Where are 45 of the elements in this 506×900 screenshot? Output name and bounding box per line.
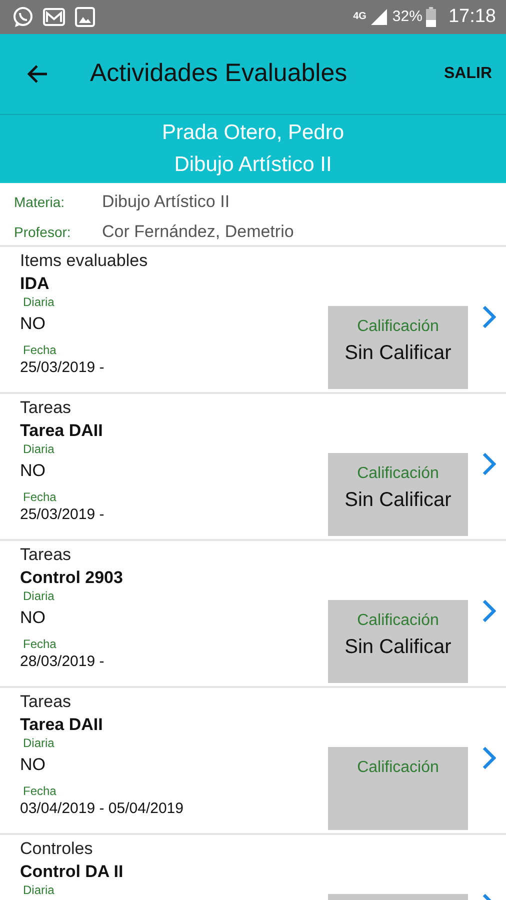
grade-label: Calificación [356, 464, 440, 484]
item-title: Tarea DAII [20, 714, 104, 736]
clock: 17:18 [448, 4, 496, 29]
field-label: Diaria [22, 883, 56, 897]
date-range: 28/03/2019 - [20, 652, 106, 672]
item-category: Items evaluables [20, 250, 149, 272]
field-label: Diaria [22, 295, 56, 309]
field-label: Diaria [22, 736, 56, 750]
field-label: Profesor: [14, 222, 72, 242]
item-title: IDA [20, 273, 50, 295]
item-category: Controles [20, 838, 94, 860]
grade-value: Sin Calificar [344, 341, 452, 366]
field-label: Fecha [22, 490, 58, 504]
exit-button[interactable]: SALIR [440, 58, 496, 90]
field-value: Cor Fernández, Demetrio [102, 221, 294, 244]
student-name: Prada Otero, Pedro [160, 120, 346, 146]
field-label: Fecha [22, 637, 58, 651]
item-title: Tarea DAII [20, 420, 104, 442]
grade-label: Calificación [356, 611, 440, 631]
item-category: Tareas [20, 544, 72, 566]
field-label: Fecha [22, 784, 58, 798]
grade-value: Sin Calificar [344, 488, 452, 513]
field-value: NO [20, 754, 46, 776]
subject-name: Dibujo Artístico II [173, 152, 333, 178]
field-value: NO [20, 313, 46, 335]
field-label: Diaria [22, 442, 56, 456]
field-value: NO [20, 607, 46, 629]
field-value: Dibujo Artístico II [102, 191, 230, 214]
field-label: Materia: [14, 192, 66, 212]
battery-percent: 32% [392, 6, 422, 27]
screen-title: Actividades Evaluables [90, 58, 348, 90]
date-range: 03/04/2019 - 05/04/2019 [20, 799, 184, 819]
item-category: Tareas [20, 691, 72, 713]
field-label: Fecha [22, 343, 58, 357]
field-value: NO [20, 460, 46, 482]
grade-label: Calificación [356, 758, 440, 778]
network-label: 4G [353, 12, 366, 22]
item-category: Tareas [20, 397, 72, 419]
item-title: Control DA II [20, 861, 124, 883]
field-label: Diaria [22, 589, 56, 603]
item-title: Control 2903 [20, 567, 124, 589]
date-range: 25/03/2019 - [20, 358, 106, 378]
date-range: 25/03/2019 - [20, 505, 106, 525]
grade-value: Sin Calificar [344, 635, 452, 660]
grade-label: Calificación [356, 317, 440, 337]
